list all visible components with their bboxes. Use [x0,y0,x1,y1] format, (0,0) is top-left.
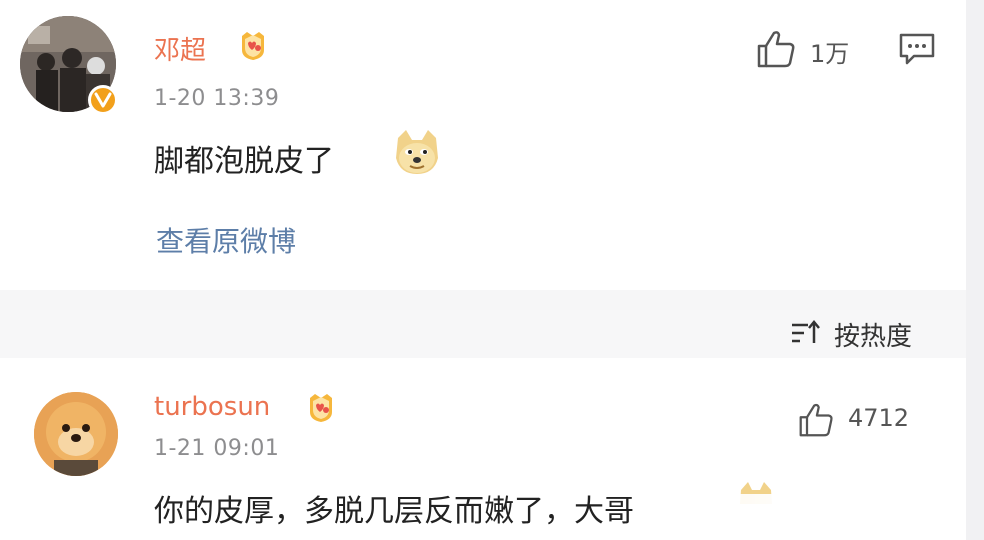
like-icon[interactable] [756,30,796,68]
timestamp: 1-21 09:01 [154,436,280,461]
fan-badge-icon [310,394,332,422]
username[interactable]: 邓超 [154,30,206,67]
username[interactable]: turbosun [154,392,270,422]
like-icon[interactable] [798,402,834,438]
sort-by-hot-button[interactable]: 按热度 [834,316,912,353]
verified-badge-icon [88,85,118,115]
like-count: 4712 [848,404,910,432]
reply-icon[interactable] [898,32,936,66]
section-divider [0,290,966,310]
avatar[interactable] [34,392,118,476]
fade-overlay [640,494,966,540]
timestamp: 1-20 13:39 [154,86,280,111]
sort-icon[interactable] [790,319,822,347]
fan-badge-icon [242,32,264,60]
comment-text: 你的皮厚，多脱几层反而嫩了，大哥 [154,494,634,529]
comment-text: 脚都泡脱皮了 [154,144,334,179]
doge-emoji-icon [396,130,438,174]
view-original-weibo-link[interactable]: 查看原微博 [156,220,296,260]
like-count: 1万 [810,40,850,68]
page-edge [966,0,984,540]
